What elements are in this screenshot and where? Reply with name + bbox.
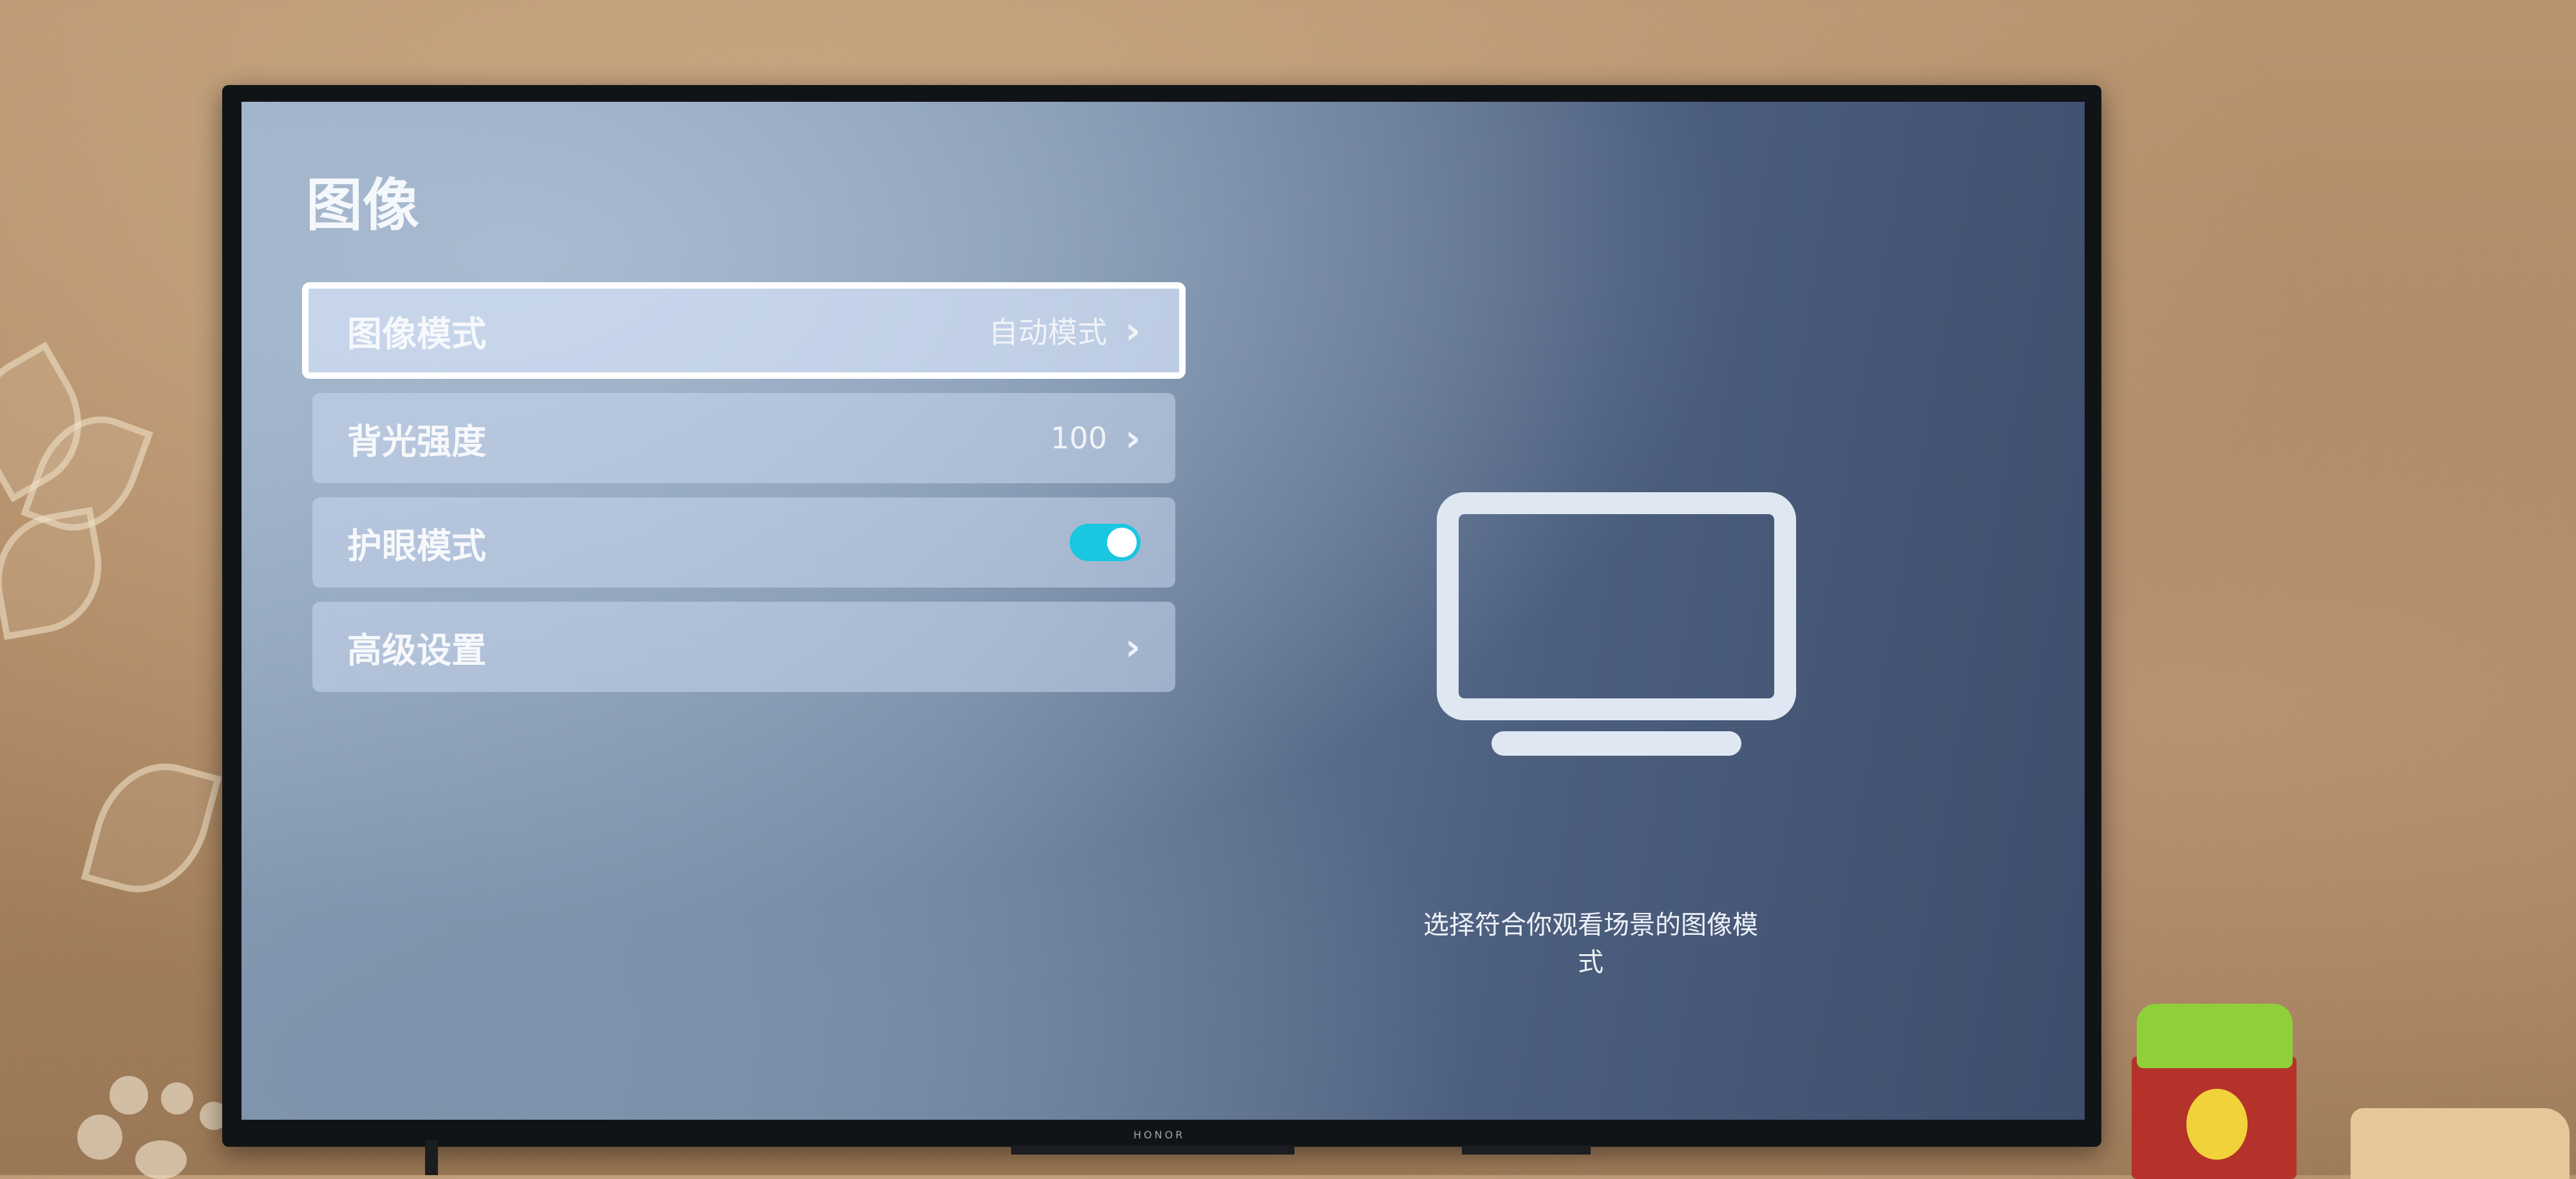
- menu-item-value: 自动模式: [989, 315, 1108, 350]
- menu-item-label: 图像模式: [347, 313, 486, 354]
- menu-item-advanced-settings[interactable]: 高级设置 ›: [312, 602, 1175, 692]
- wall-dot-decoration: [109, 1076, 148, 1115]
- snack-bag: [2351, 1108, 2570, 1179]
- jar-lid: [2137, 1004, 2293, 1068]
- menu-item-picture-mode[interactable]: 图像模式 自动模式 ›: [302, 282, 1186, 379]
- wall-butterfly-decoration: [80, 748, 222, 908]
- tv-stand: [425, 1140, 438, 1175]
- menu-item-label: 背光强度: [347, 421, 486, 462]
- menu-item-label: 高级设置: [347, 629, 486, 671]
- tv-screen: 图像 图像模式 自动模式 › 背光强度 100 › 护眼模式 高级设置 › 选择…: [242, 102, 2085, 1120]
- menu-item-backlight[interactable]: 背光强度 100 ›: [312, 393, 1175, 483]
- tv-icon: [1436, 492, 1797, 765]
- page-title: 图像: [306, 172, 420, 238]
- chevron-right-icon: ›: [1125, 625, 1141, 669]
- chevron-right-icon: ›: [1125, 309, 1141, 352]
- preview-description: 选择符合你观看场景的图像模式: [1423, 910, 1758, 977]
- eye-protection-toggle[interactable]: [1070, 524, 1141, 561]
- wall-dot-decoration: [161, 1082, 193, 1115]
- tv-stand: [1462, 1145, 1591, 1155]
- jar-label: [2186, 1089, 2248, 1160]
- wall-dot-decoration: [77, 1115, 122, 1160]
- wall-leaf-decoration: [0, 506, 113, 640]
- menu-item-value: 100: [1050, 421, 1108, 455]
- menu-item-label: 护眼模式: [347, 525, 486, 566]
- wall-dot-decoration: [135, 1140, 187, 1179]
- menu-item-eye-protection[interactable]: 护眼模式: [312, 497, 1175, 588]
- tv-stand: [1011, 1145, 1294, 1155]
- toggle-knob: [1107, 528, 1137, 557]
- tv-brand-logo: HONOR: [1133, 1129, 1186, 1141]
- settings-menu: 图像模式 自动模式 › 背光强度 100 › 护眼模式 高级设置 ›: [302, 282, 1186, 706]
- chevron-right-icon: ›: [1125, 416, 1141, 460]
